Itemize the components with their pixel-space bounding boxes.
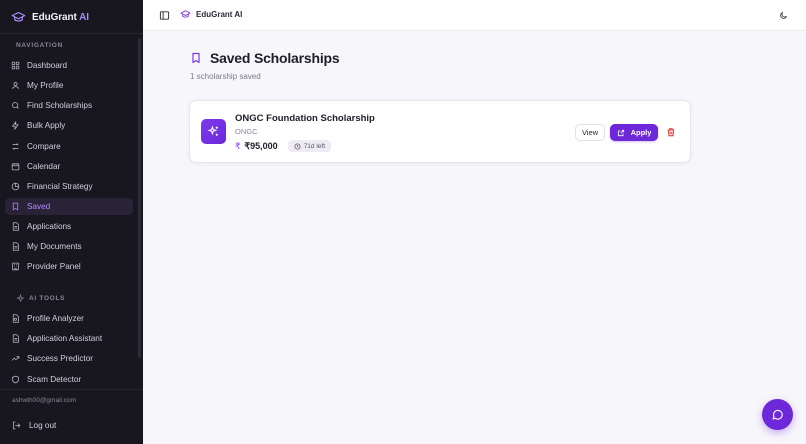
- sidebar-item-label: My Documents: [27, 242, 82, 251]
- sidebar-item-label: Profile Analyzer: [27, 314, 84, 323]
- deadline-badge: 71d left: [287, 140, 332, 152]
- sidebar-item-dashboard[interactable]: Dashboard: [5, 57, 133, 74]
- sidebar-item-scam-detector[interactable]: Scam Detector: [5, 371, 133, 388]
- sidebar-item-applications[interactable]: Applications: [5, 218, 133, 235]
- brand[interactable]: EduGrant AI: [11, 9, 89, 25]
- graduation-cap-icon: [11, 11, 26, 22]
- sidebar-item-label: Success Predictor: [27, 354, 93, 363]
- sidebar-item-label: Financial Strategy: [27, 182, 93, 191]
- sidebar-item-label: Bulk Apply: [27, 121, 66, 130]
- top-bar: EduGrant AI: [143, 0, 806, 31]
- page-title: Saved Scholarships: [210, 50, 340, 66]
- sidebar-item-bulk-apply[interactable]: Bulk Apply: [5, 117, 133, 134]
- brand-name: EduGrant AI: [32, 11, 89, 23]
- trash-icon[interactable]: [666, 127, 676, 137]
- logout-icon: [13, 421, 21, 429]
- sidebar-item-application-assistant[interactable]: Application Assistant: [5, 330, 133, 347]
- sidebar-item-label: Find Scholarships: [27, 101, 93, 110]
- sidebar-item-success-predictor[interactable]: Success Predictor: [5, 350, 133, 367]
- shield-icon: [12, 375, 19, 384]
- sidebar-item-label: Provider Panel: [27, 262, 81, 271]
- sidebar-item-financial-strategy[interactable]: Financial Strategy: [5, 178, 133, 195]
- amount-row: ₹ ₹95,000 71d left: [235, 140, 332, 152]
- sidebar-item-find-scholarships[interactable]: Find Scholarships: [5, 97, 133, 114]
- bookmark-icon: [192, 52, 200, 64]
- sidebar-item-my-documents[interactable]: My Documents: [5, 238, 133, 255]
- document-icon: [12, 222, 19, 231]
- sidebar-item-label: Saved: [27, 202, 51, 211]
- header-brand[interactable]: EduGrant AI: [180, 9, 242, 20]
- sidebar-item-compare[interactable]: Compare: [5, 138, 133, 155]
- sidebar-item-profile-analyzer[interactable]: Profile Analyzer: [5, 310, 133, 327]
- document-icon: [12, 334, 19, 343]
- apply-label: Apply: [630, 128, 652, 137]
- sidebar-item-calendar[interactable]: Calendar: [5, 158, 133, 175]
- external-link-icon: [617, 129, 624, 136]
- sidebar-item-label: Scam Detector: [27, 375, 82, 384]
- sidebar-item-label: Applications: [27, 222, 72, 231]
- file-search-icon: [12, 314, 19, 323]
- clock-icon: [294, 143, 301, 149]
- chat-bubble-icon: [772, 409, 783, 420]
- graduation-cap-icon: [180, 10, 191, 18]
- user-email: ashwth00@gmail.com: [12, 397, 77, 404]
- bookmark-icon: [12, 202, 19, 211]
- logout-label: Log out: [29, 420, 57, 430]
- page-subtitle: 1 scholarship saved: [190, 72, 261, 81]
- sparkles-icon: [207, 125, 218, 136]
- sparkles-icon: [16, 294, 25, 303]
- moon-icon[interactable]: [779, 11, 788, 20]
- compare-icon: [12, 143, 19, 150]
- user-icon: [12, 82, 19, 89]
- sidebar-item-saved[interactable]: Saved: [5, 198, 133, 215]
- header-title: EduGrant AI: [196, 10, 243, 19]
- trending-up-icon: [11, 356, 20, 361]
- logout-button[interactable]: Log out: [5, 417, 133, 433]
- sidebar-item-label: My Profile: [27, 81, 64, 90]
- sidebar-item-label: Application Assistant: [27, 334, 103, 343]
- chat-button[interactable]: [762, 399, 793, 430]
- scholarship-provider: ONGC: [235, 127, 258, 136]
- search-icon: [12, 102, 19, 109]
- apply-button[interactable]: Apply: [610, 124, 658, 141]
- divider: [0, 389, 143, 390]
- sidebar-item-my-profile[interactable]: My Profile: [5, 77, 133, 94]
- deadline-text: 71d left: [303, 142, 326, 150]
- section-label-navigation: NAVIGATION: [16, 42, 63, 49]
- page-header: Saved Scholarships: [190, 50, 340, 66]
- section-label-ai-tools: AI TOOLS: [16, 294, 65, 303]
- calendar-icon: [11, 163, 20, 171]
- sidebar-item-provider-panel[interactable]: Provider Panel: [5, 258, 133, 275]
- sidebar-item-label: Compare: [27, 142, 61, 151]
- lightning-icon: [12, 121, 19, 130]
- sidebar-item-label: Dashboard: [27, 61, 68, 70]
- sidebar-scrollbar[interactable]: [138, 38, 141, 358]
- sidebar-toggle-icon[interactable]: [159, 10, 170, 21]
- scholarship-title: ONGC Foundation Scholarship: [235, 113, 375, 124]
- divider: [0, 33, 143, 34]
- scholarship-card: ONGC Foundation Scholarship ONGC ₹ ₹95,0…: [189, 100, 691, 163]
- scholarship-icon: [201, 119, 226, 144]
- pie-chart-icon: [11, 182, 20, 191]
- building-icon: [12, 262, 19, 271]
- document-icon: [12, 242, 19, 251]
- amount-value: ₹95,000: [244, 140, 278, 151]
- sidebar-item-label: Calendar: [27, 162, 61, 171]
- rupee-icon: ₹: [235, 140, 241, 151]
- grid-icon: [11, 61, 20, 70]
- scholarship-amount: ₹ ₹95,000: [235, 141, 278, 152]
- sidebar: EduGrant AI NAVIGATION Dashboard My Prof…: [0, 0, 143, 444]
- view-button[interactable]: View: [575, 124, 605, 141]
